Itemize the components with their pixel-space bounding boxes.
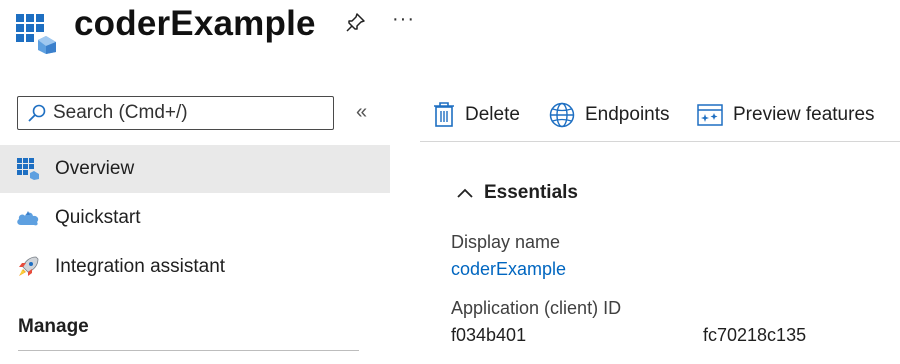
display-name-label: Display name <box>451 232 561 252</box>
client-id-label: Application (client) ID <box>451 298 622 318</box>
search-icon <box>28 104 46 122</box>
more-options-button[interactable]: ··· <box>392 8 415 31</box>
app-grid-icon <box>15 156 41 182</box>
toolbar-divider <box>420 141 900 142</box>
chevron-up-icon <box>457 188 473 198</box>
delete-button[interactable]: Delete <box>433 101 520 129</box>
globe-icon <box>549 102 575 128</box>
cloud-icon <box>15 205 41 231</box>
sidebar-item-label: Integration assistant <box>55 256 226 277</box>
display-name-link[interactable]: coderExample <box>451 259 566 280</box>
sidebar-item-quickstart[interactable]: Quickstart <box>0 194 390 242</box>
sidebar-item-overview[interactable]: Overview <box>0 145 390 193</box>
essentials-toggle[interactable]: Essentials <box>456 182 578 204</box>
app-registration-icon <box>16 14 56 54</box>
pin-icon[interactable] <box>344 12 366 34</box>
client-id-value: f034b401 <box>451 325 527 345</box>
client-id-value-suffix: fc70218c135 <box>703 325 807 345</box>
rocket-icon <box>15 254 41 280</box>
sidebar-item-label: Overview <box>55 158 135 179</box>
sidebar-item-integration-assistant[interactable]: Integration assistant <box>0 243 390 291</box>
endpoints-label: Endpoints <box>585 104 670 125</box>
collapse-sidebar-button[interactable]: « <box>356 101 367 124</box>
preview-features-label: Preview features <box>733 104 875 125</box>
essentials-title: Essentials <box>484 182 578 203</box>
trash-icon <box>434 102 454 127</box>
search-input[interactable] <box>53 102 313 124</box>
sidebar-item-label: Quickstart <box>55 207 141 228</box>
divider <box>18 350 359 351</box>
preview-icon <box>697 104 723 126</box>
delete-label: Delete <box>465 104 520 125</box>
page-title: coderExample <box>74 4 316 43</box>
section-header-manage: Manage <box>18 316 89 337</box>
endpoints-button[interactable]: Endpoints <box>549 101 670 129</box>
search-box[interactable] <box>17 96 334 130</box>
preview-features-button[interactable]: Preview features <box>697 101 875 129</box>
